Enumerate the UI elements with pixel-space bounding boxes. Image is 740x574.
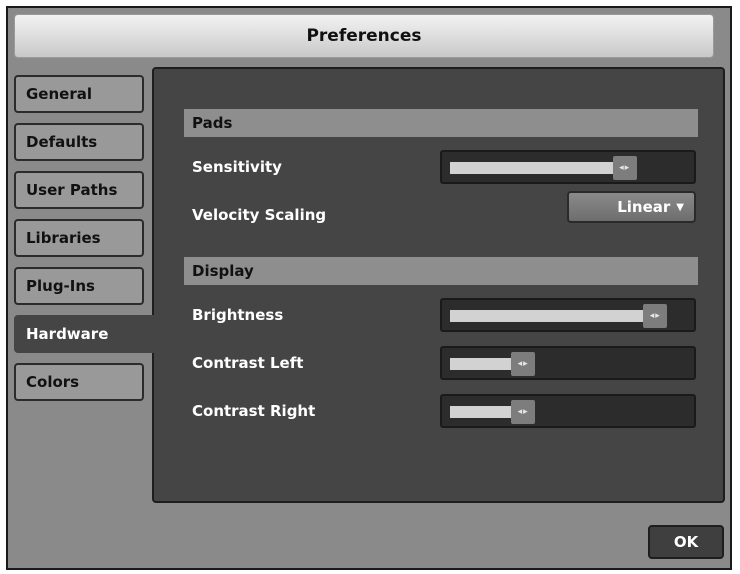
- left-right-arrows-icon[interactable]: ◂▸: [643, 304, 668, 328]
- tab-plug-ins[interactable]: Plug-Ins: [14, 267, 144, 305]
- tab-label: General: [26, 85, 92, 103]
- brightness-slider[interactable]: ◂▸: [440, 298, 696, 332]
- tab-label: Hardware: [26, 325, 109, 343]
- section-title: Display: [192, 262, 254, 280]
- brightness-label: Brightness: [192, 306, 284, 324]
- tab-label: Libraries: [26, 229, 101, 247]
- tab-defaults[interactable]: Defaults: [14, 123, 144, 161]
- tab-user-paths[interactable]: User Paths: [14, 171, 144, 209]
- contrast-left-slider[interactable]: ◂▸: [440, 346, 696, 380]
- tab-general[interactable]: General: [14, 75, 144, 113]
- dropdown-value: Linear: [617, 198, 671, 216]
- velocity-scaling-dropdown[interactable]: Linear ▼: [567, 191, 696, 223]
- hardware-settings-panel: Pads Sensitivity ◂▸ Velocity Scaling Lin…: [152, 67, 725, 503]
- sensitivity-label: Sensitivity: [192, 158, 282, 176]
- left-right-arrows-icon[interactable]: ◂▸: [511, 400, 536, 424]
- triangle-down-icon: ▼: [676, 201, 684, 213]
- left-right-arrows-icon[interactable]: ◂▸: [511, 352, 536, 376]
- tab-label: Defaults: [26, 133, 98, 151]
- slider-track: ◂▸: [450, 400, 686, 424]
- left-right-arrows-icon[interactable]: ◂▸: [612, 156, 637, 180]
- window-titlebar: Preferences: [14, 14, 714, 58]
- contrast-left-label: Contrast Left: [192, 354, 304, 372]
- tab-label: Plug-Ins: [26, 277, 95, 295]
- slider-fill: [450, 358, 512, 370]
- velocity-scaling-label: Velocity Scaling: [192, 206, 327, 224]
- contrast-right-slider[interactable]: ◂▸: [440, 394, 696, 428]
- ok-button[interactable]: OK: [648, 525, 724, 559]
- window-title: Preferences: [306, 26, 422, 46]
- slider-track: ◂▸: [450, 156, 686, 180]
- slider-track: ◂▸: [450, 304, 686, 328]
- tab-hardware[interactable]: Hardware: [14, 315, 154, 353]
- sensitivity-slider[interactable]: ◂▸: [440, 150, 696, 184]
- tab-libraries[interactable]: Libraries: [14, 219, 144, 257]
- slider-fill: [450, 406, 512, 418]
- contrast-right-label: Contrast Right: [192, 402, 316, 420]
- section-title: Pads: [192, 114, 233, 132]
- slider-fill: [450, 162, 613, 174]
- slider-fill: [450, 310, 644, 322]
- tab-label: Colors: [26, 373, 80, 391]
- section-header-display: Display: [184, 257, 698, 285]
- section-header-pads: Pads: [184, 109, 698, 137]
- slider-track: ◂▸: [450, 352, 686, 376]
- tab-colors[interactable]: Colors: [14, 363, 144, 401]
- tab-label: User Paths: [26, 181, 118, 199]
